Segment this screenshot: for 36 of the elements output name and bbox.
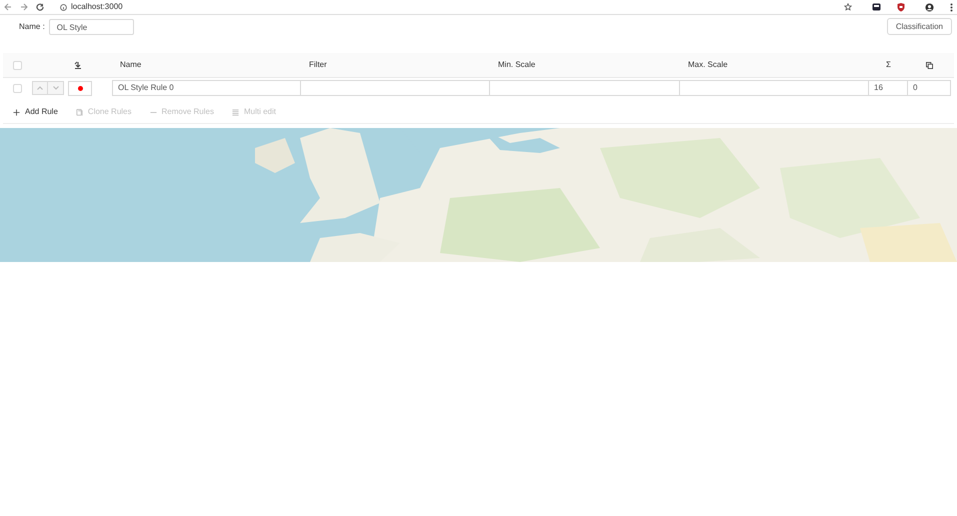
max-scale-field[interactable] xyxy=(680,80,869,96)
filter-field[interactable] xyxy=(301,80,490,96)
column-header[interactable]: Min. Scale xyxy=(498,60,536,69)
checkbox[interactable] xyxy=(13,60,22,70)
toolbar-button[interactable]: Add Rule xyxy=(13,106,58,118)
account-icon[interactable] xyxy=(925,2,934,12)
column-header[interactable]: Filter xyxy=(309,60,327,69)
reload-icon[interactable] xyxy=(36,3,44,11)
chevron-down-icon xyxy=(52,86,58,90)
name-field[interactable]: OL Style Rule 0 xyxy=(112,80,301,96)
column-header[interactable]: Name xyxy=(120,60,142,69)
symbol-sort-icon[interactable] xyxy=(74,61,82,69)
field-label: Name : xyxy=(19,21,45,33)
address-bar[interactable]: localhost:3000 xyxy=(71,1,123,13)
checkbox[interactable] xyxy=(13,84,22,92)
shield-icon[interactable] xyxy=(897,2,905,12)
classification-button[interactable]: Classification xyxy=(886,18,952,35)
copy-icon xyxy=(926,62,933,68)
info-icon[interactable] xyxy=(60,4,67,10)
back-icon[interactable] xyxy=(4,3,12,11)
column-header[interactable]: Max. Scale xyxy=(688,60,728,69)
duplicates-cell: 0 xyxy=(908,80,951,96)
point-symbol-icon xyxy=(78,86,82,90)
column-header[interactable]: Σ xyxy=(886,59,891,71)
forward-icon[interactable] xyxy=(20,3,28,11)
extension-icon[interactable] xyxy=(872,3,881,11)
plus-icon xyxy=(13,108,20,116)
min-scale-field[interactable] xyxy=(490,80,680,96)
star-icon[interactable] xyxy=(844,3,852,11)
chevron-up-icon xyxy=(37,86,43,90)
symbol-preview[interactable] xyxy=(68,80,92,96)
copy-icon xyxy=(76,108,83,116)
list-icon xyxy=(232,108,239,116)
menu-icon[interactable] xyxy=(950,2,953,12)
count-cell: 16 xyxy=(869,80,908,96)
name-field[interactable]: OL Style xyxy=(48,19,134,35)
